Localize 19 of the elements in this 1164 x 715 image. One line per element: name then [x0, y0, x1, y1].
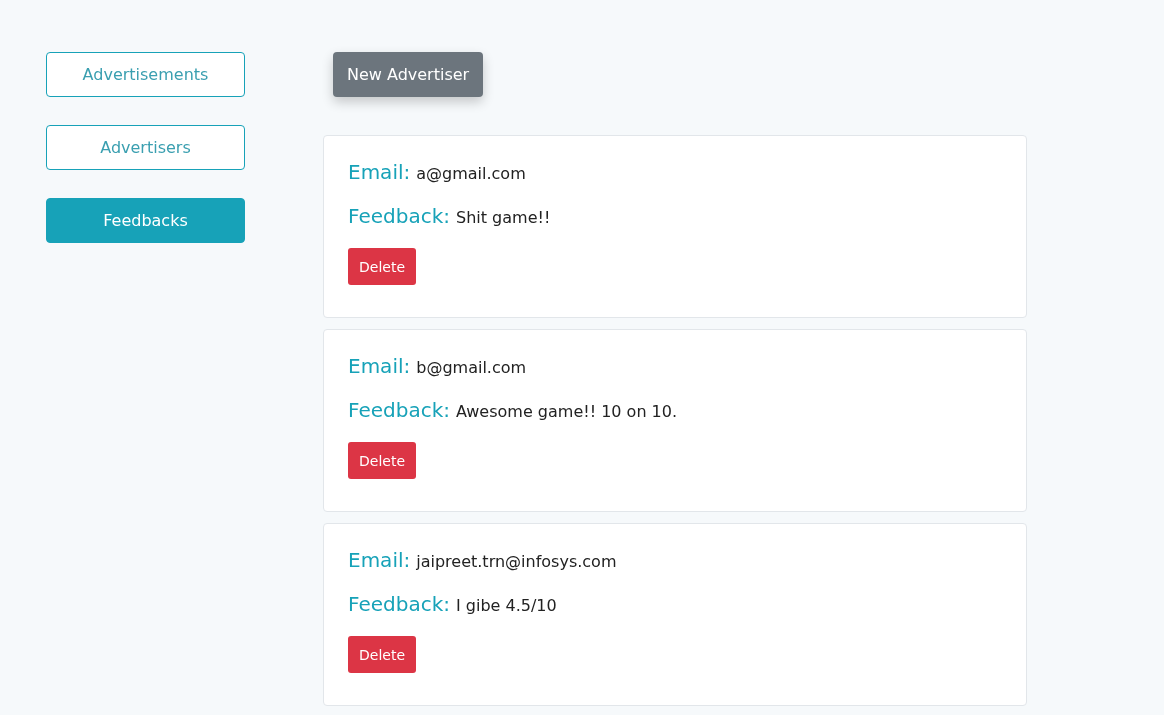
field-label: Feedback: — [348, 398, 450, 422]
field-label: Email: — [348, 354, 411, 378]
field-label: Email: — [348, 160, 411, 184]
field-value: a@gmail.com — [416, 164, 526, 183]
field-value: I gibe 4.5/10 — [456, 596, 557, 615]
nav-button[interactable]: Advertisers — [46, 125, 245, 170]
delete-button[interactable]: Delete — [348, 248, 416, 285]
field-label: Email: — [348, 548, 411, 572]
field-value: b@gmail.com — [416, 358, 527, 377]
field-label: Feedback: — [348, 592, 450, 616]
new-advertiser-button[interactable]: New Advertiser — [333, 52, 484, 97]
delete-button[interactable]: Delete — [348, 442, 416, 479]
field-value: jaipreet.trn@infosys.com — [416, 552, 617, 571]
nav-button[interactable]: Feedbacks — [46, 198, 245, 243]
field-value: Shit game!! — [456, 208, 551, 227]
delete-button[interactable]: Delete — [348, 636, 416, 673]
field-label: Feedback: — [348, 204, 450, 228]
nav-button[interactable]: Advertisements — [46, 52, 245, 97]
field-value: Awesome game!! 10 on 10. — [456, 402, 678, 421]
